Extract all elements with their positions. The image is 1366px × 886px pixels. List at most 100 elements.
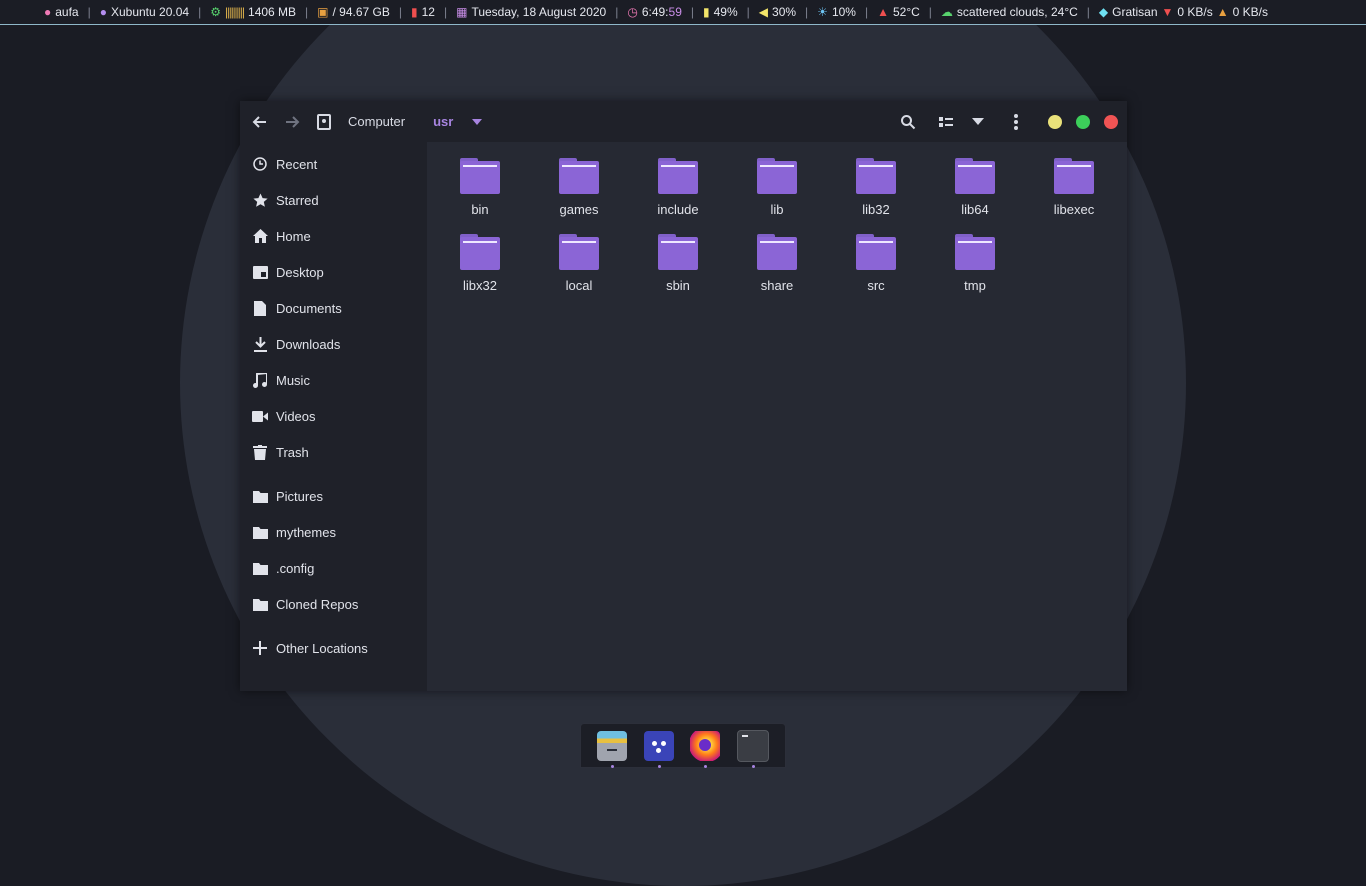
- app-icon[interactable]: [643, 730, 674, 768]
- folder-item[interactable]: games: [533, 148, 625, 220]
- speaker-icon: ◀: [758, 5, 769, 19]
- plus-icon: [252, 640, 268, 656]
- disk-indicator[interactable]: ▣ / 94.67 GB: [313, 5, 394, 19]
- folder-icon: [460, 234, 500, 270]
- caret-down-icon: [472, 118, 483, 125]
- user-indicator[interactable]: ● aufa: [40, 5, 83, 19]
- disk-icon: ▣: [317, 5, 329, 19]
- maximize-button[interactable]: [1076, 114, 1090, 129]
- folder-label: bin: [471, 202, 489, 217]
- sidebar-item-documents[interactable]: Documents: [240, 290, 427, 326]
- folder-item[interactable]: lib64: [929, 148, 1021, 220]
- os-indicator[interactable]: ● Xubuntu 20.04: [96, 5, 193, 19]
- path-menu-button[interactable]: [461, 106, 493, 138]
- folder-item[interactable]: local: [533, 224, 625, 296]
- folder-label: local: [565, 278, 593, 293]
- memory-indicator[interactable]: ⚙ ||||||||| 1406 MB: [206, 5, 300, 19]
- file-manager-window: Computer usr Recent Starred Home Desktop…: [240, 101, 1127, 691]
- folder-icon: [252, 560, 268, 576]
- firefox-icon[interactable]: [690, 730, 721, 768]
- chevron-down-icon: [972, 118, 984, 125]
- folder-icon: [856, 158, 896, 194]
- battery-indicator[interactable]: ▮ 49%: [699, 5, 742, 19]
- sidebar-item-other-locations[interactable]: Other Locations: [240, 630, 427, 666]
- date-indicator[interactable]: ▦ Tuesday, 18 August 2020: [452, 5, 610, 19]
- network-indicator[interactable]: ◆ Gratisan ▼ 0 KB/s ▲ 0 KB/s: [1095, 5, 1272, 19]
- view-options-button[interactable]: [962, 106, 994, 138]
- folder-item[interactable]: share: [731, 224, 823, 296]
- star-icon: [252, 192, 268, 208]
- top-panel: ● aufa | ● Xubuntu 20.04 | ⚙ ||||||||| 1…: [0, 0, 1366, 25]
- user-icon: ●: [44, 5, 52, 19]
- folder-label: lib64: [961, 202, 989, 217]
- search-icon: [901, 114, 916, 129]
- sidebar-item-mythemes[interactable]: mythemes: [240, 514, 427, 550]
- desktop-icon: [252, 264, 268, 280]
- clock-icon: ◷: [627, 5, 638, 19]
- folder-icon: [658, 158, 698, 194]
- updates-indicator[interactable]: ▮ 12: [407, 5, 439, 19]
- folder-item[interactable]: include: [632, 148, 724, 220]
- brightness-indicator[interactable]: ☀ 10%: [813, 5, 860, 19]
- folder-icon: [252, 524, 268, 540]
- sidebar-item-pictures[interactable]: Pictures: [240, 478, 427, 514]
- diamond-icon: ◆: [1098, 5, 1109, 19]
- sidebar-item-home[interactable]: Home: [240, 218, 427, 254]
- folder-label: lib: [770, 202, 784, 217]
- brightness-icon: ☀: [817, 5, 828, 19]
- sidebar-item-downloads[interactable]: Downloads: [240, 326, 427, 362]
- fire-icon: ▲: [877, 5, 889, 19]
- file-manager-icon[interactable]: [597, 730, 628, 768]
- folder-item[interactable]: libexec: [1028, 148, 1120, 220]
- folder-item[interactable]: sbin: [632, 224, 724, 296]
- sidebar-item-videos[interactable]: Videos: [240, 398, 427, 434]
- forward-button[interactable]: [276, 106, 308, 138]
- folder-item[interactable]: bin: [434, 148, 526, 220]
- breadcrumb-usr[interactable]: usr: [425, 114, 461, 129]
- back-button[interactable]: [244, 106, 276, 138]
- sidebar-item-cloned-repos[interactable]: Cloned Repos: [240, 586, 427, 622]
- sidebar-item-trash[interactable]: Trash: [240, 434, 427, 470]
- view-toggle-button[interactable]: [930, 106, 962, 138]
- home-icon: [252, 228, 268, 244]
- clock-indicator[interactable]: ◷ 6:49:59: [623, 5, 686, 19]
- calendar-icon: ▦: [456, 5, 468, 19]
- music-icon: [252, 372, 268, 388]
- dock: [580, 723, 786, 768]
- folder-icon: [559, 158, 599, 194]
- sidebar-item-recent[interactable]: Recent: [240, 146, 427, 182]
- minimize-button[interactable]: [1048, 114, 1062, 129]
- search-button[interactable]: [892, 106, 924, 138]
- temperature-indicator[interactable]: ▲ 52°C: [873, 5, 924, 19]
- folder-label: games: [559, 202, 599, 217]
- download-arrow-icon: ▼: [1161, 5, 1174, 19]
- battery-icon: ▮: [703, 5, 710, 19]
- weather-indicator[interactable]: ☁ scattered clouds, 24°C: [937, 5, 1082, 19]
- folder-label: lib32: [862, 202, 890, 217]
- arrow-right-icon: [286, 115, 300, 128]
- folder-item[interactable]: lib: [731, 148, 823, 220]
- folder-item[interactable]: tmp: [929, 224, 1021, 296]
- sidebar-item-starred[interactable]: Starred: [240, 182, 427, 218]
- folder-item[interactable]: src: [830, 224, 922, 296]
- folder-label: tmp: [964, 278, 986, 293]
- trash-icon: [252, 444, 268, 460]
- sidebar-item-config[interactable]: .config: [240, 550, 427, 586]
- volume-indicator[interactable]: ◀ 30%: [755, 5, 800, 19]
- file-view: bin games include lib lib32 lib64 libexec libx3…: [427, 142, 1127, 691]
- breadcrumb-computer[interactable]: Computer: [340, 114, 413, 129]
- drive-location-button[interactable]: [308, 106, 340, 138]
- kebab-menu-icon: [1014, 113, 1018, 130]
- sidebar-item-music[interactable]: Music: [240, 362, 427, 398]
- folder-item[interactable]: libx32: [434, 224, 526, 296]
- folder-icon: [1054, 158, 1094, 194]
- sidebar-item-desktop[interactable]: Desktop: [240, 254, 427, 290]
- terminal-icon[interactable]: [736, 729, 769, 768]
- close-button[interactable]: [1104, 114, 1118, 129]
- cpu-icon: ⚙: [210, 5, 221, 19]
- folder-item[interactable]: lib32: [830, 148, 922, 220]
- clock-icon: [252, 156, 268, 172]
- menu-button[interactable]: [1000, 106, 1032, 138]
- folder-icon: [252, 596, 268, 612]
- places-sidebar: Recent Starred Home Desktop Documents Do…: [240, 142, 427, 691]
